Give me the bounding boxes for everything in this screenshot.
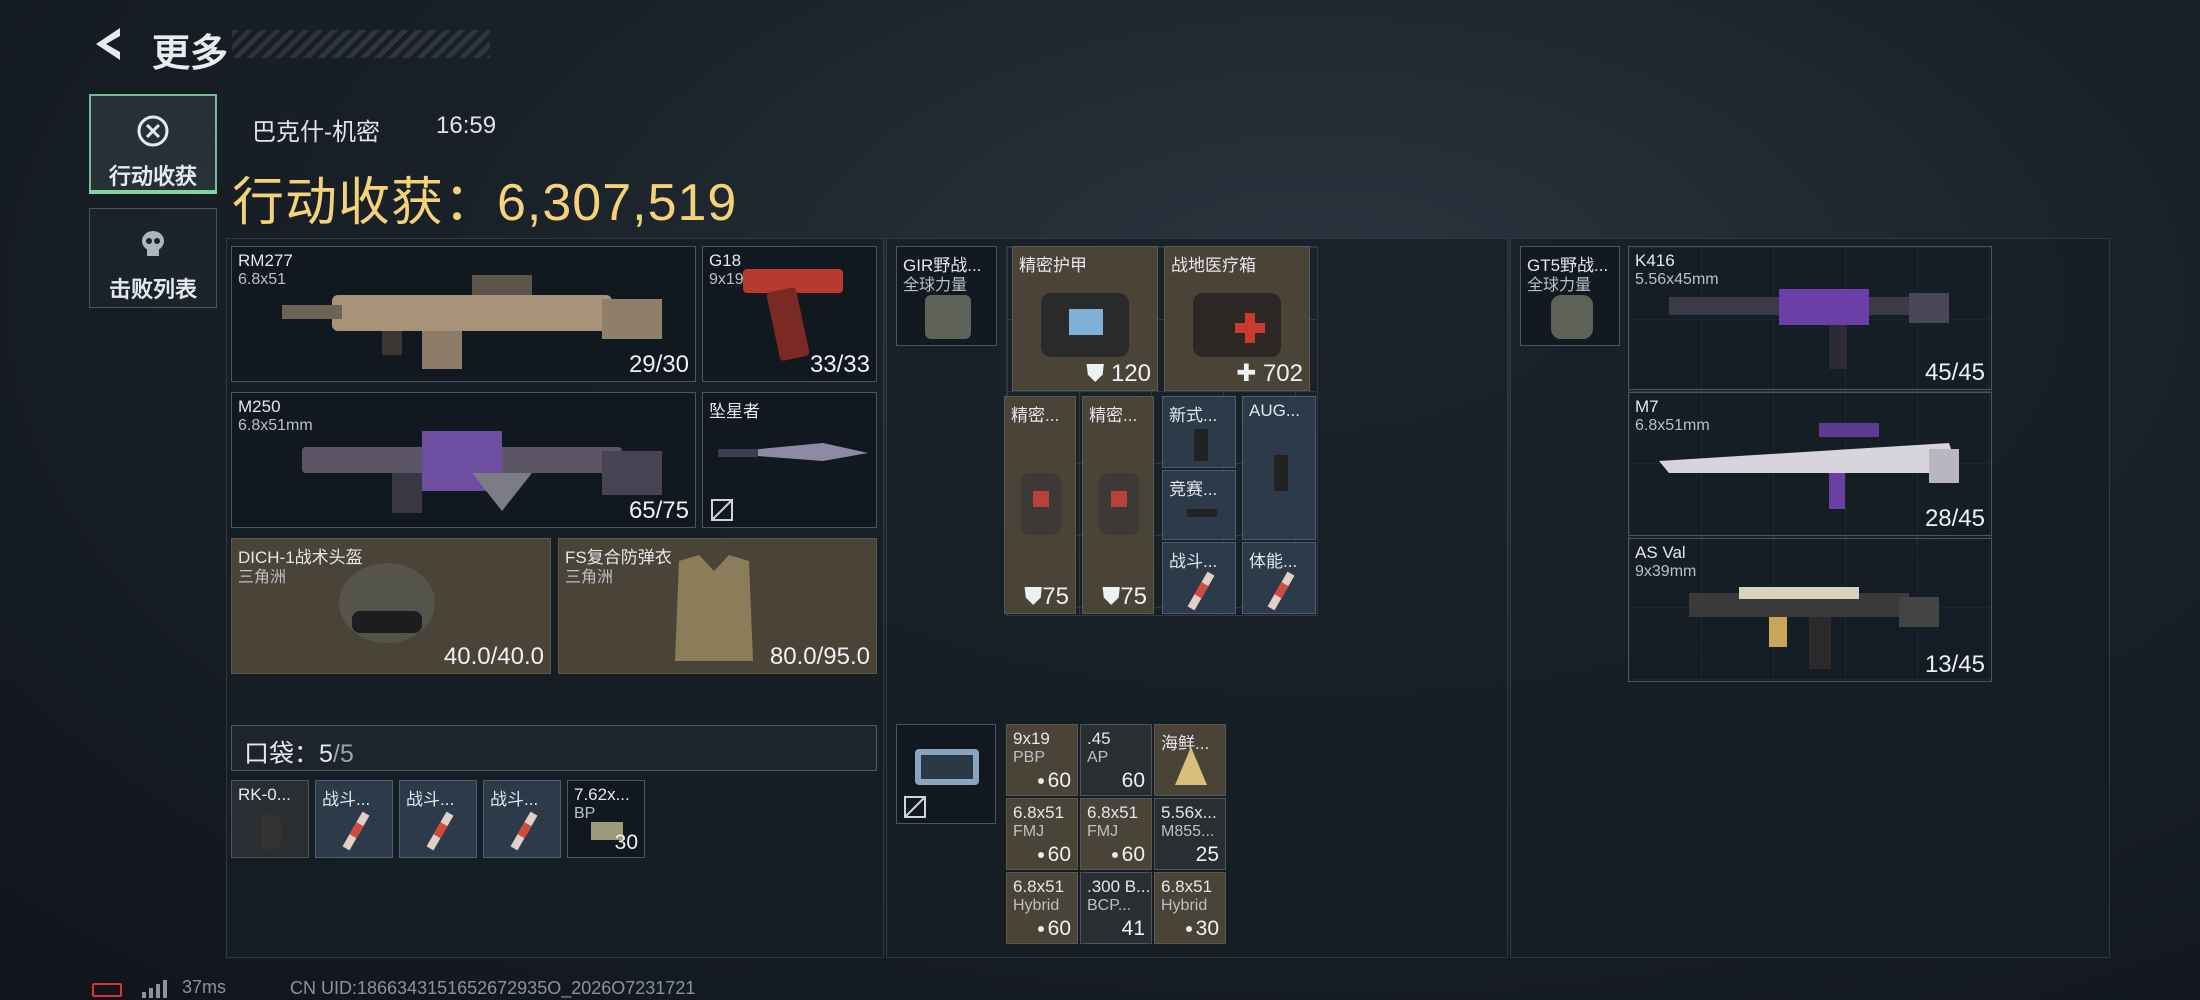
pocket-count: 5 [319,740,333,768]
seafood-pyramid-icon [1175,747,1207,785]
battery-icon [92,983,122,997]
syringe-icon [426,811,454,851]
not-insured-icon [904,796,926,818]
pocket-header: 口袋：5/5 [231,725,877,771]
helmet-faction: 三角洲 [238,569,287,586]
rig-item[interactable]: AUG... [1242,396,1316,540]
ammo-item[interactable]: 6.8x51 Hybrid 60 [1006,872,1078,944]
assault-rifle-icon [1659,423,1959,509]
helmet-icon [339,563,435,643]
durability: 40.0/40.0 [443,643,544,670]
durability: 80.0/95.0 [769,643,870,670]
backpack-weapon[interactable]: M7 6.8x51mm 28/45 [1628,392,1992,536]
pocket-item[interactable]: 7.62x... BP 30 [567,780,645,858]
rig-item[interactable]: 竞赛... [1162,470,1236,540]
magazine-icon [1187,509,1217,517]
chest-rig-slot[interactable]: GIR野战... 全球力量 [896,246,997,346]
page-title: 更多 [152,33,229,75]
secondary-weapon-slot[interactable]: G18 9x19mm 33/33 [702,246,877,382]
syringe-icon [1267,571,1295,611]
assault-rifle-icon [1669,289,1949,369]
medkit-icon [1193,293,1281,357]
backpack-weapon[interactable]: K416 5.56x45mm 45/45 [1628,246,1992,390]
rig-item[interactable]: 精密... ⛊75 [1004,396,1076,614]
loot-coin-icon [137,115,169,147]
plus-icon: ✚ [1236,360,1257,387]
backpack-slot[interactable]: GT5野战... 全球力量 [1520,246,1620,346]
shield-icon: ⛊ [1102,583,1121,610]
signal-icon [142,980,167,998]
backpack-weapon[interactable]: AS Val 9x39mm 13/45 [1628,538,1992,682]
armor-kit-icon [1099,473,1139,535]
tab-kill-list-label: 击败列表 [108,277,197,302]
ammo-item[interactable]: 6.8x51 Hybrid 30 [1154,872,1226,944]
rifle-icon [282,275,662,369]
map-name: 巴克什-机密 [252,119,380,146]
tab-kill-list[interactable]: 击败列表 [89,208,217,308]
magazine-icon [1194,429,1208,461]
machine-gun-icon [302,431,662,513]
safe-box-icon [915,749,979,785]
shield-icon: ⛊ [1086,360,1105,387]
armor-kit-icon [1021,473,1061,535]
pocket-label: 口袋： [244,740,320,768]
back-arrow-icon[interactable] [90,24,130,64]
rig-item[interactable]: 战地医疗箱 ✚ 702 [1164,246,1310,391]
backpack-icon [1551,295,1593,339]
assault-rifle-icon [1689,587,1939,669]
title-decor [232,30,490,58]
ammo-count: 29/30 [628,351,689,378]
magazine-icon [1274,455,1288,491]
safe-box-slot[interactable] [896,724,996,824]
ammo-item[interactable]: 6.8x51 FMJ 60 [1080,798,1152,870]
ammo-item[interactable]: 9x19 PBP 60 [1006,724,1078,796]
rig-item[interactable]: 体能... [1242,542,1316,614]
armor-faction: 三角洲 [565,569,614,586]
ammo-item[interactable]: 6.8x51 FMJ 60 [1006,798,1078,870]
rig-item[interactable]: 精密护甲 ⛊ 120 [1012,246,1158,391]
body-armor-icon [675,555,753,661]
tab-loot[interactable]: 行动收获 [89,94,217,194]
ping-value: 37ms [182,977,227,997]
ammo-item[interactable]: .45 AP 60 [1080,724,1152,796]
syringe-icon [342,811,370,851]
ammo-count: 33/33 [809,351,870,378]
melee-slot[interactable]: 坠星者 [702,392,877,528]
helmet-slot[interactable]: DICH-1战术头盔 三角洲 40.0/40.0 [231,538,551,674]
chest-rig-icon [925,295,971,339]
raid-time: 16:59 [436,112,497,139]
melee-name: 坠星者 [709,402,760,421]
shield-icon: ⛊ [1024,583,1043,610]
skull-icon [142,231,164,256]
ammo-count: 65/75 [628,497,689,524]
syringe-icon [1187,571,1215,611]
pocket-item[interactable]: 战斗... [483,780,561,858]
tab-loot-label: 行动收获 [108,164,197,189]
ammo-item[interactable]: 海鲜... [1154,724,1226,796]
grenade-icon [261,815,281,849]
pocket-item[interactable]: 战斗... [399,780,477,858]
knife-icon [718,443,868,461]
ammo-item[interactable]: .300 B... BCP... 41 [1080,872,1152,944]
user-uid: CN UID:1866343151652672935O_2026O7231721 [290,978,696,998]
syringe-icon [510,811,538,851]
rig-item[interactable]: 战斗... [1162,542,1236,614]
pocket-item[interactable]: RK-0... [231,780,309,858]
loot-value-title: 行动收获：6,307,519 [232,174,738,232]
pocket-total: /5 [332,740,354,768]
heavy-weapon-slot[interactable]: M250 6.8x51mm 65/75 [231,392,696,528]
not-insured-icon [711,499,733,521]
rig-item[interactable]: 新式... [1162,396,1236,468]
primary-weapon-slot[interactable]: RM277 6.8x51 29/30 [231,246,696,382]
rig-item[interactable]: 精密... ⛊75 [1082,396,1154,614]
armor-slot[interactable]: FS复合防弹衣 三角洲 80.0/95.0 [558,538,877,674]
pocket-item[interactable]: 战斗... [315,780,393,858]
armor-plate-icon [1041,293,1129,357]
ammo-item[interactable]: 5.56x... M855... 25 [1154,798,1226,870]
